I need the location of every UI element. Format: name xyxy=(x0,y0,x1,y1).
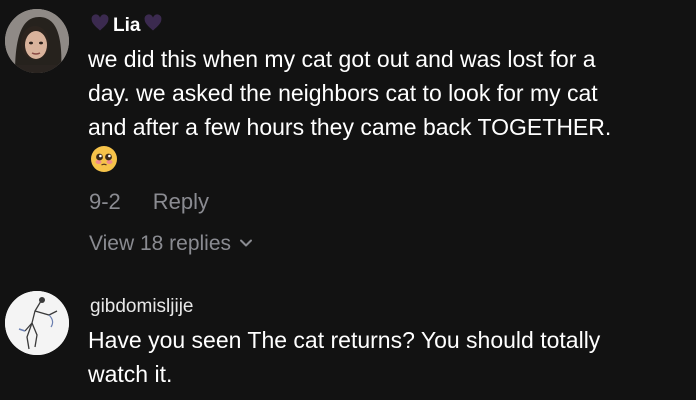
comment-text: we did this when my cat got out and was … xyxy=(88,46,612,140)
username[interactable]: gibdomisljije xyxy=(90,296,194,318)
avatar[interactable] xyxy=(5,291,69,355)
username-row: Lia xyxy=(90,13,163,39)
purple-heart-icon xyxy=(90,13,110,39)
comment-item: Lia we did this when my cat got out and … xyxy=(0,0,696,270)
chevron-down-icon xyxy=(239,230,253,258)
username-row: gibdomisljije xyxy=(90,296,194,318)
view-replies-button[interactable]: View 18 replies xyxy=(89,230,253,258)
pleading-face-icon xyxy=(89,144,119,174)
purple-heart-icon xyxy=(143,13,163,39)
comment-meta: 9-2 Reply xyxy=(89,188,209,216)
comment-text: Have you seen The cat returns? You shoul… xyxy=(88,327,601,387)
view-replies-label: View 18 replies xyxy=(89,232,232,255)
avatar[interactable] xyxy=(5,9,69,73)
reply-button[interactable]: Reply xyxy=(153,188,209,216)
username[interactable]: Lia xyxy=(113,15,140,37)
comment-date: 9-2 xyxy=(89,189,121,214)
